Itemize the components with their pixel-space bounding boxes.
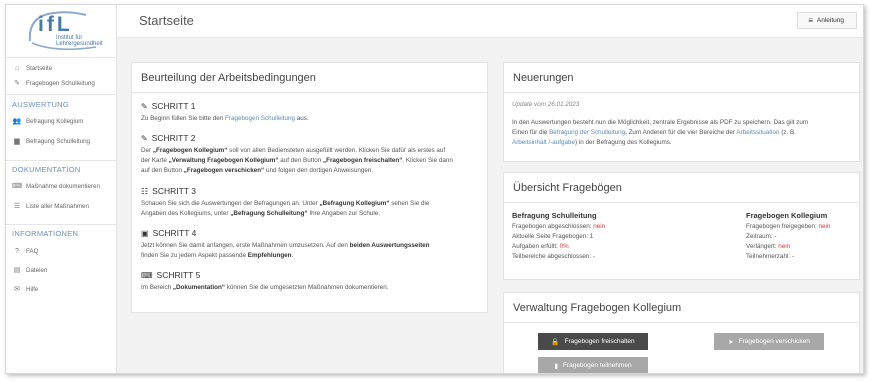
link-fragebogen-schulleitung[interactable]: Fragebogen Schulleitung — [225, 115, 295, 122]
fragebogen-verschicken-button[interactable]: ➤ Fragebogen verschicken — [714, 333, 824, 350]
mail-icon: ✉ — [14, 286, 20, 293]
sidebar-item-startseite[interactable]: ⌂ Startseite — [12, 62, 52, 74]
section-title-dokumentation: DOKUMENTATION — [12, 165, 81, 174]
step-text: Zu Beginn füllen Sie bitte den Frageboge… — [141, 115, 309, 122]
card-title: Verwaltung Fragebogen Kollegium — [513, 302, 682, 314]
status-badge: nein — [593, 223, 606, 230]
keyboard-icon: ⌨ — [12, 183, 23, 190]
list-icon: ☰ — [13, 203, 21, 210]
divider — [504, 202, 859, 203]
sidebar-item-befragung-kollegium[interactable]: 👥 Befragung Kollegium — [12, 115, 84, 127]
chart-icon: ☷ — [141, 186, 149, 196]
question-icon: ? — [15, 247, 19, 255]
card-title: Neuerungen — [513, 72, 574, 84]
link-arbeitsinhalt[interactable]: Arbeitsinhalt /-aufgabe — [512, 139, 575, 146]
building-icon: ▆ — [14, 138, 20, 145]
ifl-logo[interactable]: ifL Institut für Lehrergesundheit — [26, 11, 106, 55]
step-text: Der „Fragebogen Kollegium“ soll von alle… — [141, 147, 453, 174]
neuerungen-card: Neuerungen Update vom 26.01.2023 In den … — [503, 62, 860, 162]
page-title: Startseite — [139, 13, 194, 28]
sidebar-item-hilfe[interactable]: ✉ Hilfe — [12, 283, 38, 295]
divider — [132, 92, 487, 93]
update-date: Update vom 26.01.2023 — [512, 101, 580, 108]
step-5: ⌨ SCHRITT 5 Im Bereich „Dokumentation“ kö… — [141, 270, 476, 293]
unlock-icon: 🔓 — [551, 338, 560, 346]
divider — [6, 160, 117, 161]
kollegium-status: Fragebogen Kollegium Fragebogen freigege… — [746, 211, 831, 260]
keyboard-icon: ⌨ — [141, 270, 153, 280]
send-icon: ➤ — [728, 338, 734, 346]
schulleitung-status: Befragung Schulleitung Fragebogen abgesc… — [512, 211, 606, 260]
anleitung-button[interactable]: ≡ Anleitung — [797, 12, 857, 29]
logo-subtitle: Institut für Lehrergesundheit — [56, 35, 103, 47]
status-badge: nein — [778, 243, 791, 250]
section-title-informationen: INFORMATIONEN — [12, 229, 79, 238]
clipboard-icon: ▣ — [141, 228, 149, 238]
logo-wordmark: ifL — [38, 13, 73, 36]
file-icon: ▮ — [554, 362, 558, 370]
card-title: Übersicht Fragebögen — [513, 182, 622, 194]
step-4: ▣ SCHRITT 4 Jetzt können Sie damit anfang… — [141, 228, 476, 261]
edit-icon: ✎ — [14, 80, 20, 87]
sidebar-item-faq[interactable]: ? FAQ — [12, 245, 38, 257]
divider — [504, 322, 859, 323]
status-badge: 0% — [559, 243, 569, 250]
uebersicht-card: Übersicht Fragebögen Befragung Schulleit… — [503, 172, 860, 280]
section-title-auswertung: AUSWERTUNG — [12, 100, 70, 109]
sidebar-item-befragung-schulleitung[interactable]: ▆ Befragung Schulleitung — [12, 135, 90, 147]
step-1: ✎ SCHRITT 1 Zu Beginn füllen Sie bitte de… — [141, 101, 476, 124]
edit-icon: ✎ — [141, 101, 148, 111]
step-text: Im Bereich „Dokumentation“ können Sie di… — [141, 284, 389, 291]
status-badge: nein — [818, 223, 831, 230]
users-icon: 👥 — [12, 118, 22, 125]
menu-icon: ≡ — [808, 16, 813, 25]
divider — [6, 94, 117, 95]
sidebar-item-massnahme-dokumentieren[interactable]: ⌨ Maßnahme dokumentieren — [12, 180, 100, 192]
app-window: ifL Institut für Lehrergesundheit ⌂ Starts… — [5, 4, 864, 374]
edit-icon: ✎ — [141, 133, 148, 143]
fragebogen-freischalten-button[interactable]: 🔓 Fragebogen freischalten — [538, 333, 648, 350]
top-header: Startseite ≡ Anleitung — [117, 5, 863, 38]
link-arbeitssituation[interactable]: Arbeitssituation — [736, 129, 779, 136]
arbeitsbedingungen-card: Beurteilung der Arbeitsbedingungen ✎ SCHR… — [131, 62, 488, 313]
sidebar-item-fragebogen-schulleitung[interactable]: ✎ Fragebogen Schulleitung — [12, 77, 95, 89]
link-befragung-schulleitung[interactable]: Befragung der Schulleitung — [549, 129, 625, 136]
divider — [6, 224, 117, 225]
sidebar-item-liste-massnahmen[interactable]: ☰ Liste aller Maßnahmen — [12, 200, 89, 212]
step-3: ☷ SCHRITT 3 Schauen Sie sich die Auswertu… — [141, 186, 476, 219]
home-icon: ⌂ — [14, 64, 20, 72]
neuerungen-text: In den Auswertungen besteht nun die Mögl… — [512, 119, 809, 146]
divider — [6, 57, 117, 58]
sidebar: ifL Institut für Lehrergesundheit ⌂ Starts… — [6, 5, 117, 373]
sidebar-item-dateien[interactable]: ▤ Dateien — [12, 264, 48, 276]
step-text: Schauen Sie sich die Auswertungen der Be… — [141, 200, 430, 217]
step-text: Jetzt können Sie damit anfangen, erste M… — [141, 242, 430, 259]
step-2: ✎ SCHRITT 2 Der „Fragebogen Kollegium“ so… — [141, 133, 476, 176]
file-icon: ▤ — [13, 267, 21, 274]
verwaltung-card: Verwaltung Fragebogen Kollegium 🔓 Fragebo… — [503, 292, 860, 373]
divider — [504, 92, 859, 93]
card-title: Beurteilung der Arbeitsbedingungen — [141, 72, 316, 84]
fragebogen-teilnehmen-button[interactable]: ▮ Fragebogen teilnehmen — [538, 357, 648, 373]
